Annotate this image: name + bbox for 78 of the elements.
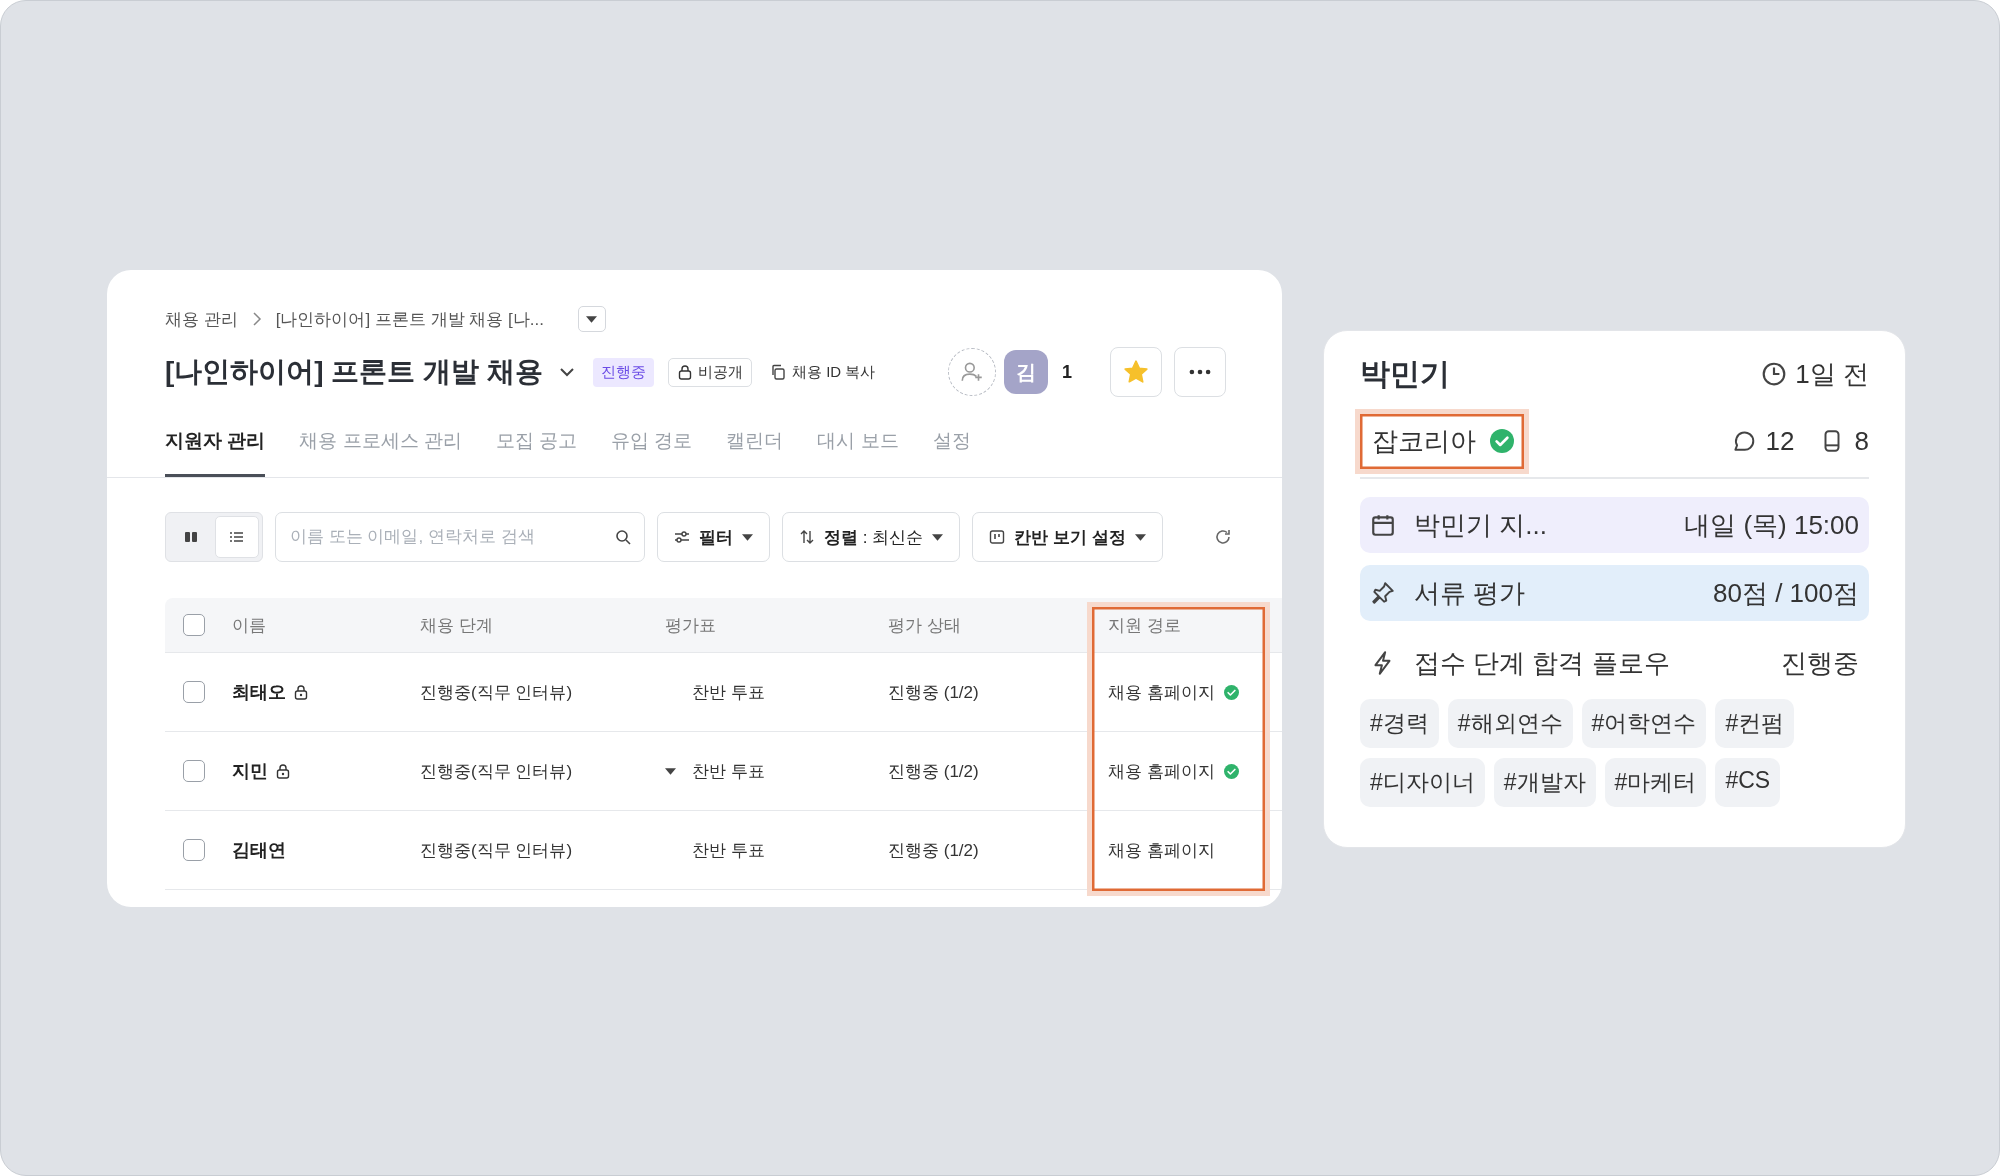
tag[interactable]: #CS: [1715, 758, 1781, 807]
kanban-settings-button[interactable]: 칸반 보기 설정: [972, 512, 1163, 562]
breadcrumb-dropdown[interactable]: [577, 306, 606, 332]
caret-icon: [742, 533, 753, 541]
table-cell-text: 채용 홈페이지: [1108, 681, 1215, 704]
item-value: 내일 (목) 15:00: [1684, 508, 1859, 542]
calendar-icon: [1370, 512, 1396, 538]
table-cell-text: 진행중 (1/2): [888, 839, 980, 862]
applicant-name[interactable]: 김태연: [232, 838, 286, 862]
item-label: 박민기 지...: [1414, 508, 1547, 542]
sliders-icon: [674, 529, 690, 545]
breadcrumb-link[interactable]: [나인하이어] 프론트 개발 채용 [나...: [275, 307, 544, 331]
table-cell-text: 찬반 투표: [692, 839, 765, 862]
select-all-checkbox[interactable]: [183, 614, 205, 636]
tag[interactable]: #경력: [1360, 699, 1439, 748]
table-row[interactable]: 김태연 진행중(직무 인터뷰) 찬반 투표 진행중 (1/2) 채용 홈페이지: [165, 811, 1282, 890]
table-cell-text: 채용 홈페이지: [1108, 839, 1215, 862]
view-button[interactable]: [215, 516, 259, 558]
item-label: 접수 단계 합격 플로우: [1414, 646, 1670, 680]
table-cell-text: 진행중(직무 인터뷰): [420, 681, 574, 704]
row-checkbox[interactable]: [183, 839, 205, 861]
copy-id-button[interactable]: 채용 ID 복사: [770, 362, 876, 382]
table-cell-text: 진행중(직무 인터뷰): [420, 839, 574, 862]
comment-count: 12: [1765, 425, 1795, 457]
source-label: 잡코리아: [1355, 408, 1529, 474]
applicant-name[interactable]: 지민: [232, 759, 268, 783]
sort-icon: [799, 529, 815, 545]
item-value: 진행중: [1781, 646, 1859, 680]
column-header: 지원 경로: [1108, 614, 1182, 637]
column-header: 평가표: [665, 614, 717, 637]
page-title: [나인하이어] 프론트 개발 채용: [165, 355, 543, 389]
clock-icon: [1761, 361, 1788, 387]
tag[interactable]: #어학연수: [1581, 699, 1707, 748]
more-icon: [1189, 369, 1211, 375]
table-cell-text: 진행중 (1/2): [888, 681, 980, 704]
caret-icon: [932, 533, 944, 541]
filter-button[interactable]: 필터: [657, 512, 770, 562]
columns-icon: [183, 529, 199, 545]
chevron-down-icon[interactable]: [559, 367, 575, 377]
visibility-button[interactable]: 비공개: [668, 357, 752, 387]
status-badge: 진행중: [593, 357, 654, 387]
tag[interactable]: #컨펌: [1715, 699, 1795, 748]
tag[interactable]: #해외연수: [1447, 699, 1573, 748]
applicant-name: 박민기: [1360, 355, 1450, 392]
chevron-right-icon: [251, 312, 262, 326]
kanban-icon: [989, 529, 1006, 545]
caret-icon: [586, 315, 598, 323]
tag[interactable]: #마케터: [1604, 758, 1707, 807]
tab[interactable]: 지원자 관리: [165, 420, 266, 477]
item-value: 80점 / 100점: [1713, 576, 1859, 610]
table-cell-text: 채용 홈페이지: [1108, 760, 1215, 783]
table-cell-text: 찬반 투표: [692, 760, 765, 783]
table-cell-text: 진행중(직무 인터뷰): [420, 760, 574, 783]
favorite-button[interactable]: [1110, 347, 1162, 397]
device-count: 8: [1854, 425, 1869, 457]
table-cell-text: 진행중 (1/2): [888, 760, 980, 783]
caret-icon: [1134, 533, 1146, 541]
copy-icon: [770, 364, 786, 380]
sort-button[interactable]: 정렬 : 최신순: [782, 512, 961, 562]
search-icon: [615, 529, 631, 545]
tag[interactable]: #디자이너: [1360, 758, 1485, 807]
lock-icon: [677, 364, 693, 380]
member-count: 1: [1062, 361, 1072, 383]
column-header: 평가 상태: [888, 614, 962, 637]
column-header: 채용 단계: [420, 614, 494, 637]
item-label: 서류 평가: [1414, 576, 1526, 610]
more-button[interactable]: [1174, 347, 1226, 397]
pin-icon: [1370, 580, 1396, 606]
row-checkbox[interactable]: [183, 760, 205, 782]
time-label: 1일 전: [1795, 357, 1869, 391]
tag[interactable]: #개발자: [1493, 758, 1596, 807]
row-checkbox[interactable]: [183, 681, 205, 703]
list-icon: [229, 529, 245, 545]
breadcrumb-link[interactable]: 채용 관리: [165, 307, 238, 331]
table-cell-text: 찬반 투표: [692, 681, 765, 704]
applicant-name[interactable]: 최태오: [232, 680, 286, 704]
column-header: 이름: [232, 614, 267, 637]
search-field[interactable]: 이름 또는 이메일, 연락처로 검색: [275, 512, 645, 562]
